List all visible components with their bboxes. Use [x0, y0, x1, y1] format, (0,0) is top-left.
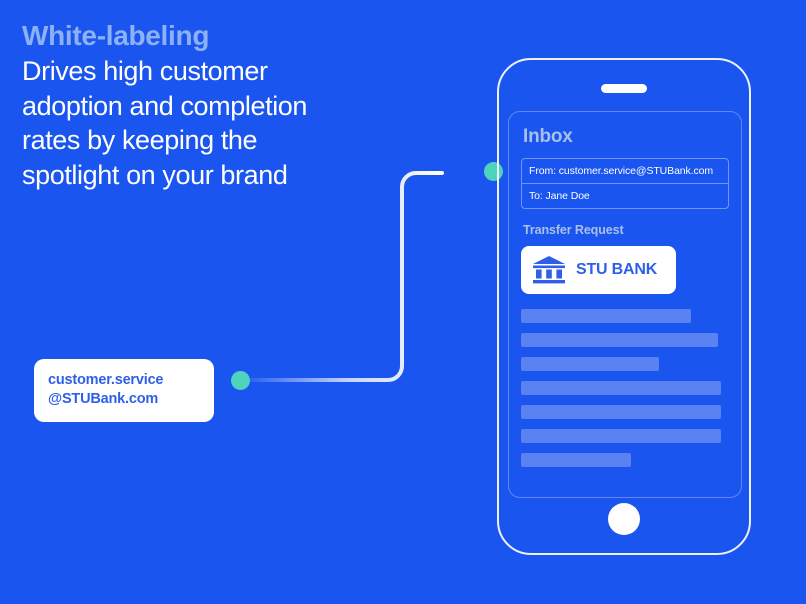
headline-line-1: Drives high customer — [22, 56, 268, 87]
skeleton-bar — [521, 333, 718, 347]
skeleton-bar — [521, 453, 631, 467]
phone-mockup: Inbox From: customer.service@STUBank.com… — [497, 58, 751, 555]
home-button-icon[interactable] — [608, 503, 640, 535]
skeleton-bar — [521, 357, 659, 371]
skeleton-bar — [521, 429, 721, 443]
slide-canvas: White-labeling Drives high customer adop… — [0, 0, 806, 604]
speaker-grill-icon — [601, 84, 647, 93]
copy-block: White-labeling Drives high customer adop… — [22, 20, 422, 192]
connector-dot-source — [231, 371, 250, 390]
headline-line-4: spotlight on your brand — [22, 159, 288, 190]
mail-header-card: From: customer.service@STUBank.com To: J… — [521, 158, 729, 209]
skeleton-bar — [521, 381, 721, 395]
bank-brand-card: STU BANK — [521, 246, 676, 294]
skeleton-bar — [521, 405, 721, 419]
bank-brand-name: STU BANK — [576, 261, 658, 278]
email-chip-line-2: @STUBank.com — [48, 391, 159, 408]
bank-building-icon — [533, 256, 565, 284]
headline-line-3: rates by keeping the — [22, 125, 258, 156]
skeleton-bar — [521, 309, 691, 323]
headline: Drives high customer adoption and comple… — [22, 54, 422, 192]
content-skeleton — [521, 309, 729, 467]
phone-screen: Inbox From: customer.service@STUBank.com… — [508, 111, 742, 498]
eyebrow-title: White-labeling — [22, 20, 210, 51]
headline-line-2: adoption and completion — [22, 90, 308, 121]
email-chip-line-1: customer.service — [48, 372, 164, 388]
inbox-heading: Inbox — [523, 126, 573, 147]
transfer-request-label: Transfer Request — [523, 223, 624, 237]
mail-from-row: From: customer.service@STUBank.com — [529, 165, 714, 177]
email-address-chip: customer.service @STUBank.com — [34, 359, 214, 422]
mail-to-row: To: Jane Doe — [522, 183, 728, 208]
